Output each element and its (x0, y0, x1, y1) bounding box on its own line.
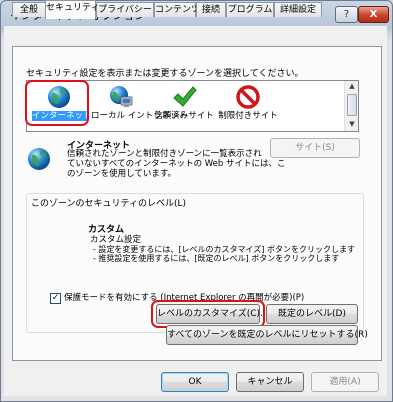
reset-all-zones-button[interactable]: すべてのゾーンを既定のレベルにリセットする(R) (166, 325, 368, 345)
scroll-thumb[interactable] (347, 94, 357, 116)
zone-detail-globe-icon (26, 146, 52, 175)
zone-local-intranet[interactable]: ローカル イントラネット (91, 81, 187, 131)
help-button[interactable]: ? (335, 6, 358, 23)
zone-prompt: セキュリティ設定を表示または変更するゾーンを選択してください。 (26, 69, 304, 79)
level-line-2: - 設定を変更するには、[レベルのカスタマイズ] ボタンをクリックします (93, 245, 355, 254)
default-level-button[interactable]: 既定のレベル(D) (266, 304, 358, 324)
zone-detail-line-1: 信頼されたゾーンと制限付きゾーンに一覧表示され (67, 149, 262, 159)
prohibited-icon (235, 84, 261, 110)
zone-local-intranet-label: ローカル イントラネット (91, 111, 188, 121)
highlight-ring-custom-level (151, 300, 265, 328)
scroll-down-icon[interactable]: ▼ (346, 119, 358, 130)
highlight-ring-zone (25, 80, 89, 126)
zone-detail-line-2: ていないすべてのインターネットの Web サイトには、こ (67, 159, 286, 169)
protected-mode-checkbox[interactable]: ✓ (50, 293, 61, 304)
tab-advanced[interactable]: 詳細設定 (274, 2, 322, 17)
zone-trusted-sites[interactable]: 信頼済みサイト (151, 81, 217, 131)
zone-list-scrollbar[interactable]: ▲ ▼ (344, 81, 358, 131)
tab-connections[interactable]: 接続 (196, 2, 226, 17)
security-level-group-label: このゾーンのセキュリティのレベル(L) (31, 199, 187, 209)
checkmark-icon (171, 84, 197, 110)
tab-privacy[interactable]: プライバシー (96, 2, 154, 17)
close-button[interactable]: X (358, 6, 389, 23)
ok-button[interactable]: OK (161, 372, 229, 392)
intranet-icon (108, 84, 134, 110)
cancel-button[interactable]: キャンセル (236, 372, 304, 392)
level-line-1: カスタム設定 (90, 235, 142, 245)
level-line-3: - 推奨設定を使用するには、[既定のレベル] ボタンをクリックします (93, 254, 340, 263)
tab-programs[interactable]: プログラム (226, 2, 274, 17)
tab-general[interactable]: 全般 (12, 2, 46, 17)
scroll-up-icon[interactable]: ▲ (346, 81, 358, 92)
security-level-heading: カスタム (88, 225, 125, 235)
apply-button[interactable]: 適用(A) (311, 372, 379, 392)
tab-content[interactable]: コンテンツ (154, 2, 200, 17)
zone-restricted-sites-label: 制限付きサイト (218, 111, 278, 121)
zone-restricted-sites[interactable]: 制限付きサイト (217, 81, 279, 131)
tab-security[interactable]: セキュリティ (45, 0, 99, 19)
sites-button[interactable]: サイト(S) (270, 138, 360, 158)
zone-detail-line-3: のゾーンを使用しています。 (67, 169, 176, 179)
zone-trusted-sites-label: 信頼済みサイト (154, 111, 214, 121)
